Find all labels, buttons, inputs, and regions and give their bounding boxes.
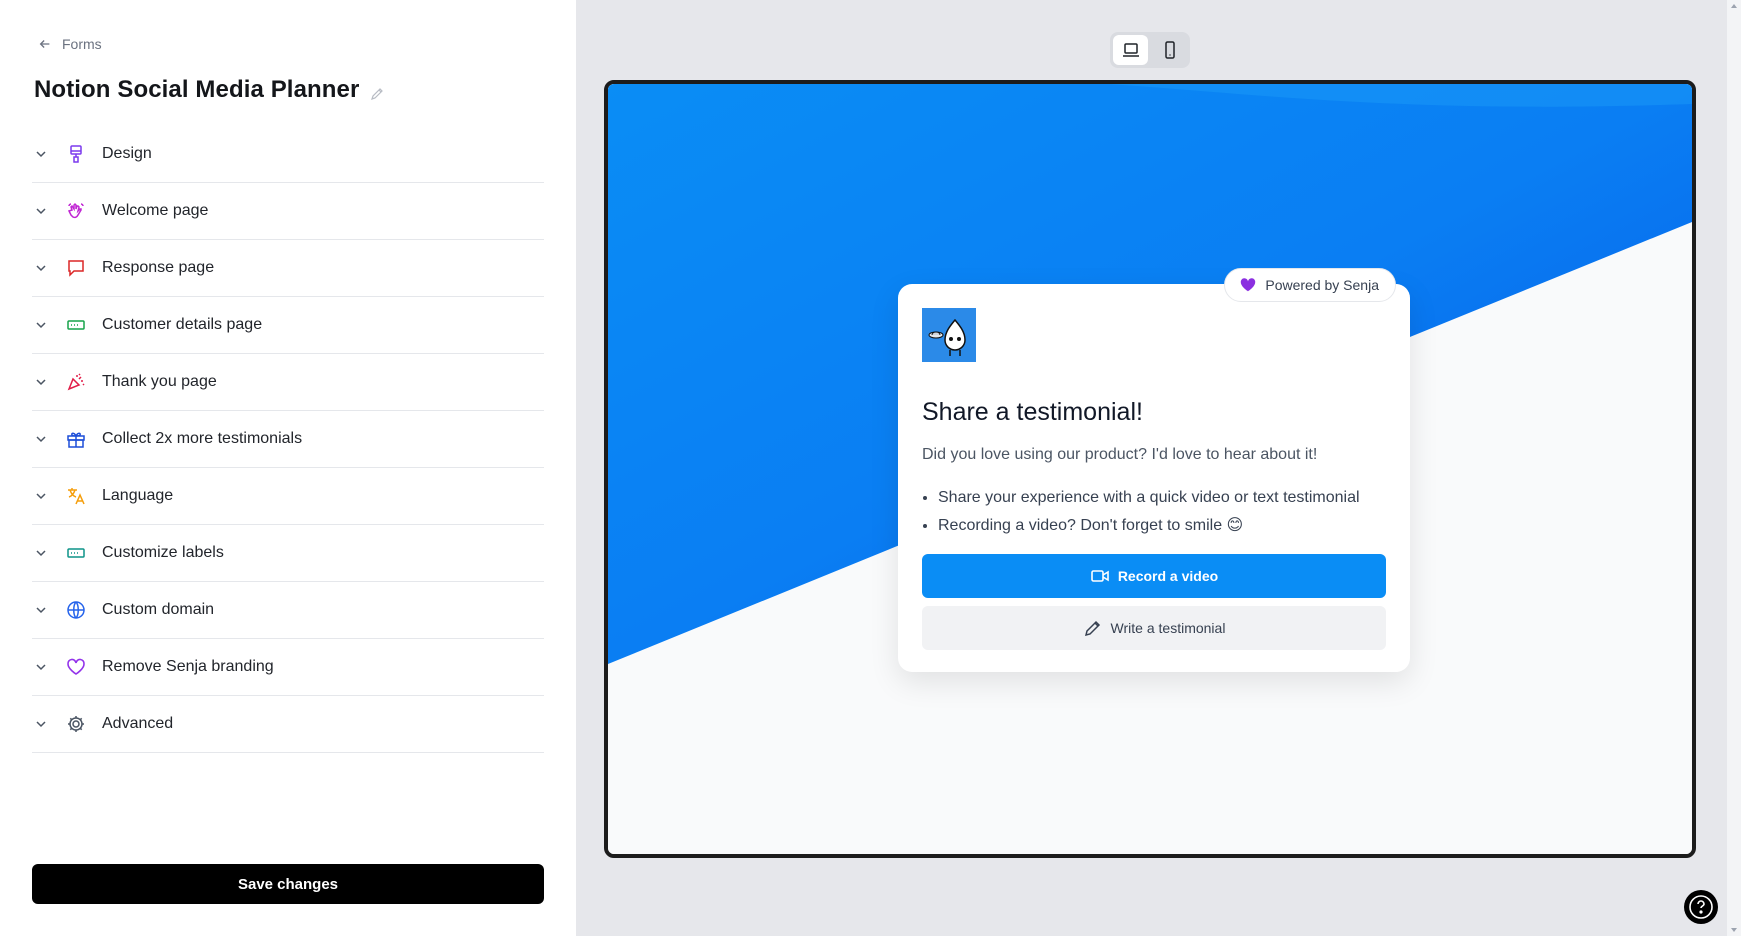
pencil-icon [1084, 620, 1100, 637]
chevron-down-icon [36, 493, 46, 500]
scroll-down-arrow-icon[interactable] [1730, 926, 1738, 934]
gear-icon [68, 716, 84, 732]
save-changes-button[interactable]: Save changes [32, 864, 544, 904]
back-label: Forms [62, 36, 102, 52]
chevron-down-icon [36, 721, 46, 728]
record-video-button[interactable]: Record a video [922, 554, 1386, 598]
form-input-icon [67, 320, 85, 330]
chevron-down-icon [36, 664, 46, 671]
help-button[interactable] [1684, 890, 1718, 924]
section-label: Customize labels [102, 544, 224, 561]
desktop-view-button[interactable] [1113, 35, 1148, 65]
section-remove-senja-branding[interactable]: Remove Senja branding [32, 639, 544, 696]
chat-bubble-icon [68, 260, 84, 277]
chevron-down-icon [36, 322, 46, 329]
chevron-down-icon [36, 436, 46, 443]
section-language[interactable]: Language [32, 468, 544, 525]
section-label: Thank you page [102, 373, 217, 390]
gift-icon [67, 432, 85, 448]
scroll-up-arrow-icon[interactable] [1730, 2, 1738, 10]
chevron-down-icon [36, 379, 46, 386]
section-thank-you-page[interactable]: Thank you page [32, 354, 544, 411]
section-collect-more-testimonials[interactable]: Collect 2x more testimonials [32, 411, 544, 468]
form-editor-panel: Forms Notion Social Media Planner Design… [0, 0, 576, 936]
card-heading: Share a testimonial! [922, 398, 1143, 426]
card-bullets: Share your experience with a quick video… [938, 484, 1360, 540]
testimonial-card: Powered by Senja Share a testimonial! Di… [898, 268, 1410, 672]
purple-heart-icon [1241, 278, 1256, 292]
section-label: Custom domain [102, 601, 215, 618]
chevron-down-icon [36, 265, 46, 272]
brand-logo [922, 308, 976, 362]
write-label: Write a testimonial [1110, 620, 1226, 636]
page-title: Notion Social Media Planner [34, 76, 360, 103]
chevron-down-icon [36, 208, 46, 215]
heart-icon [67, 658, 85, 675]
section-label: Language [102, 487, 174, 504]
translate-icon [68, 488, 85, 505]
section-welcome-page[interactable]: Welcome page [32, 183, 544, 240]
bullet-item: Share your experience with a quick video… [938, 484, 1360, 512]
mobile-view-button[interactable] [1152, 35, 1187, 65]
label-input-icon [67, 548, 85, 558]
question-mark-icon [1689, 895, 1713, 919]
section-customer-details-page[interactable]: Customer details page [32, 297, 544, 354]
section-label: Collect 2x more testimonials [102, 430, 303, 447]
section-label: Advanced [102, 715, 174, 732]
phone-icon [1164, 41, 1175, 59]
paint-brush-icon [70, 145, 82, 163]
device-toggle [1110, 32, 1190, 68]
chevron-down-icon [36, 151, 46, 158]
page-scrollbar[interactable] [1727, 0, 1741, 936]
arrow-left-icon [39, 40, 50, 48]
mascot-icon [922, 308, 976, 362]
form-title-row: Notion Social Media Planner [34, 76, 385, 104]
chevron-down-icon [36, 550, 46, 557]
section-custom-domain[interactable]: Custom domain [32, 582, 544, 639]
powered-by-badge[interactable]: Powered by Senja [1224, 268, 1396, 302]
section-customize-labels[interactable]: Customize labels [32, 525, 544, 582]
section-label: Customer details page [102, 316, 263, 333]
settings-sections-list: Design Welcome page Response page Custom… [32, 126, 544, 753]
bullet-item: Recording a video? Don't forget to smile… [938, 512, 1360, 540]
powered-by-label: Powered by Senja [1265, 277, 1379, 293]
globe-icon [67, 601, 85, 619]
section-label: Design [102, 145, 152, 162]
section-label: Remove Senja branding [102, 658, 274, 675]
waving-hand-icon [67, 202, 84, 219]
party-popper-icon [67, 373, 85, 391]
section-label: Welcome page [102, 202, 209, 219]
back-to-forms-link[interactable]: Forms [38, 36, 102, 52]
card-description: Did you love using our product? I'd love… [922, 446, 1318, 463]
section-design[interactable]: Design [32, 126, 544, 183]
section-label: Response page [102, 259, 215, 276]
section-response-page[interactable]: Response page [32, 240, 544, 297]
record-label: Record a video [1117, 568, 1219, 584]
video-camera-icon [1091, 570, 1109, 582]
form-preview-frame: Powered by Senja Share a testimonial! Di… [604, 80, 1696, 858]
write-testimonial-button[interactable]: Write a testimonial [922, 606, 1386, 650]
laptop-icon [1122, 43, 1139, 57]
chevron-down-icon [36, 607, 46, 614]
section-advanced[interactable]: Advanced [32, 696, 544, 753]
edit-title-icon[interactable] [369, 86, 385, 102]
